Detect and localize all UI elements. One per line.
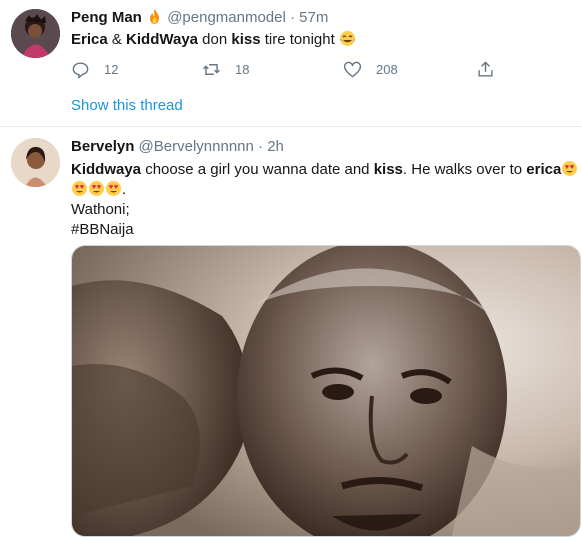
share-button[interactable] <box>476 58 509 80</box>
handle[interactable]: @Bervelynnnnnn <box>139 138 254 155</box>
tweet-text-period: . <box>122 181 127 198</box>
timestamp[interactable]: 57m <box>299 9 328 26</box>
tweet-text-bold: Kiddwaya <box>71 161 142 178</box>
tweet-text-part: & <box>107 31 127 48</box>
heart-eyes-emoji <box>72 181 87 196</box>
reply-button[interactable]: 12 <box>71 58 118 80</box>
tweet-header: Bervelyn @Bervelynnnnnn · 2h <box>71 137 284 157</box>
tweet-text-part: don <box>198 31 232 48</box>
display-name[interactable]: Bervelyn <box>71 138 134 155</box>
tweet-text-line-1: Kiddwaya choose a girl you wanna date an… <box>71 160 578 180</box>
tweet-text-line-3: Wathoni; <box>71 201 130 218</box>
tweet-text-part: tire tonight <box>260 31 339 48</box>
tweet-text-line-2: . <box>71 180 126 200</box>
retweet-button[interactable]: 18 <box>202 58 249 80</box>
tweet-pengman[interactable]: Peng Man @pengmanmodel · 57m Erica & Kid… <box>0 0 582 126</box>
retweet-count: 18 <box>235 61 250 77</box>
avatar[interactable] <box>11 9 60 58</box>
hashtag-link[interactable]: #BBNaija <box>71 220 134 240</box>
tweet-actions: 12 18 208 <box>71 58 501 80</box>
heart-eyes-emoji <box>106 181 121 196</box>
show-thread-link[interactable]: Show this thread <box>71 97 183 114</box>
share-icon <box>478 60 493 77</box>
retweet-icon <box>203 63 220 75</box>
tweet-text-bold: erica <box>526 161 562 178</box>
tweet-text-part: choose a girl you wanna date and <box>141 161 374 178</box>
handle[interactable]: @pengmanmodel <box>167 9 286 26</box>
tweet-text: Erica & KiddWaya don kiss tire tonight <box>71 30 356 50</box>
reply-icon <box>72 61 89 79</box>
like-button[interactable]: 208 <box>343 58 398 80</box>
tweet-text-bold: Erica <box>71 31 108 48</box>
tweet-text-bold: kiss <box>373 161 403 178</box>
display-name[interactable]: Peng Man <box>71 9 142 26</box>
separator-dot: · <box>258 138 264 155</box>
tears-of-joy-emoji <box>339 31 355 46</box>
man-photo <box>72 246 580 536</box>
fire-emoji <box>150 9 160 24</box>
heart-eyes-emoji <box>89 181 104 196</box>
tweet-bervelyn[interactable]: Bervelyn @Bervelynnnnnn · 2h Kiddwaya ch… <box>0 127 582 537</box>
avatar[interactable] <box>11 138 60 187</box>
like-count: 208 <box>376 61 398 77</box>
reply-count: 12 <box>104 61 119 77</box>
tweet-header: Peng Man @pengmanmodel · 57m <box>71 8 328 28</box>
heart-icon <box>343 61 362 78</box>
tweet-media-image[interactable] <box>71 245 581 537</box>
timestamp[interactable]: 2h <box>267 138 284 155</box>
tweet-text-bold: kiss <box>231 31 261 48</box>
tweet-text-part: . He walks over to <box>402 161 527 178</box>
heart-eyes-emoji <box>562 161 578 176</box>
separator-dot: · <box>290 9 295 26</box>
tweet-text-bold: KiddWaya <box>126 31 198 48</box>
